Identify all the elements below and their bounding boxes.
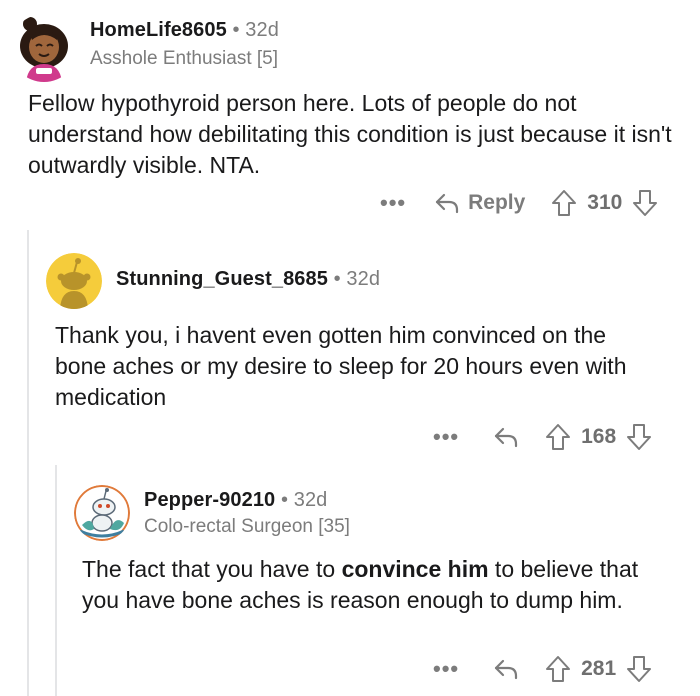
more-options-button[interactable]: •••	[433, 424, 459, 450]
meta-separator: •	[232, 19, 240, 41]
comment-text-part: The fact that you have to	[82, 556, 342, 582]
comment-actions: ••• 281	[433, 652, 652, 686]
avatar[interactable]	[10, 14, 78, 82]
username[interactable]: Stunning_Guest_8685	[116, 268, 328, 290]
downvote-arrow-icon	[633, 190, 658, 216]
reply-button[interactable]: Reply	[434, 191, 525, 215]
comment-text-bold: convince him	[341, 556, 489, 582]
upvote-arrow-icon	[546, 656, 571, 682]
avatar[interactable]	[74, 485, 130, 541]
meta-separator: •	[333, 268, 341, 290]
comment-body: Fellow hypothyroid person here. Lots of …	[28, 90, 672, 178]
thread-line-level-1[interactable]	[27, 230, 29, 696]
comment-age: 32d	[293, 489, 328, 511]
downvote-arrow-icon	[627, 424, 652, 450]
more-options-button[interactable]: •••	[380, 190, 406, 216]
upvote-button[interactable]	[545, 423, 571, 451]
snoo-avatar-icon	[46, 253, 102, 309]
more-options-button[interactable]: •••	[433, 656, 459, 682]
downvote-button[interactable]	[626, 423, 652, 451]
reply-arrow-icon	[436, 193, 459, 214]
avatar-image	[20, 17, 68, 82]
username[interactable]: Pepper-90210	[144, 489, 275, 511]
vote-score: 281	[581, 657, 617, 680]
comment-actions: ••• 168	[433, 420, 652, 454]
reply-arrow-icon	[495, 427, 518, 448]
avatar[interactable]	[46, 253, 102, 309]
comment-body: The fact that you have to convince him t…	[82, 554, 672, 616]
comment-age: 32d	[245, 19, 279, 41]
meta-separator: •	[280, 489, 289, 511]
upvote-button[interactable]	[545, 655, 571, 683]
thread-line-level-2[interactable]	[55, 465, 57, 696]
comment-author-line: Pepper-90210 • 32d	[144, 489, 327, 512]
upvote-arrow-icon	[546, 424, 571, 450]
comment-author-line: Stunning_Guest_8685 • 32d	[116, 268, 380, 291]
comment-actions: ••• Reply 310	[380, 186, 658, 220]
user-flair: Asshole Enthusiast [5]	[90, 48, 278, 69]
reply-arrow-icon	[495, 659, 518, 680]
reply-button[interactable]	[493, 658, 519, 680]
user-flair: Colo-rectal Surgeon [35]	[144, 516, 350, 537]
reply-button[interactable]	[493, 426, 519, 448]
downvote-button[interactable]	[632, 189, 658, 217]
comment-author-line: HomeLife8605 • 32d	[90, 19, 279, 42]
comment-age: 32d	[346, 268, 381, 290]
comment-body: Thank you, i havent even gotten him conv…	[55, 322, 627, 410]
downvote-button[interactable]	[626, 655, 652, 683]
upvote-button[interactable]	[551, 189, 577, 217]
downvote-arrow-icon	[627, 656, 652, 682]
vote-score: 310	[587, 191, 623, 214]
upvote-arrow-icon	[552, 190, 577, 216]
reply-label[interactable]: Reply	[468, 191, 525, 215]
vote-score: 168	[581, 425, 617, 448]
avatar-image	[74, 485, 130, 541]
username[interactable]: HomeLife8605	[90, 19, 227, 41]
